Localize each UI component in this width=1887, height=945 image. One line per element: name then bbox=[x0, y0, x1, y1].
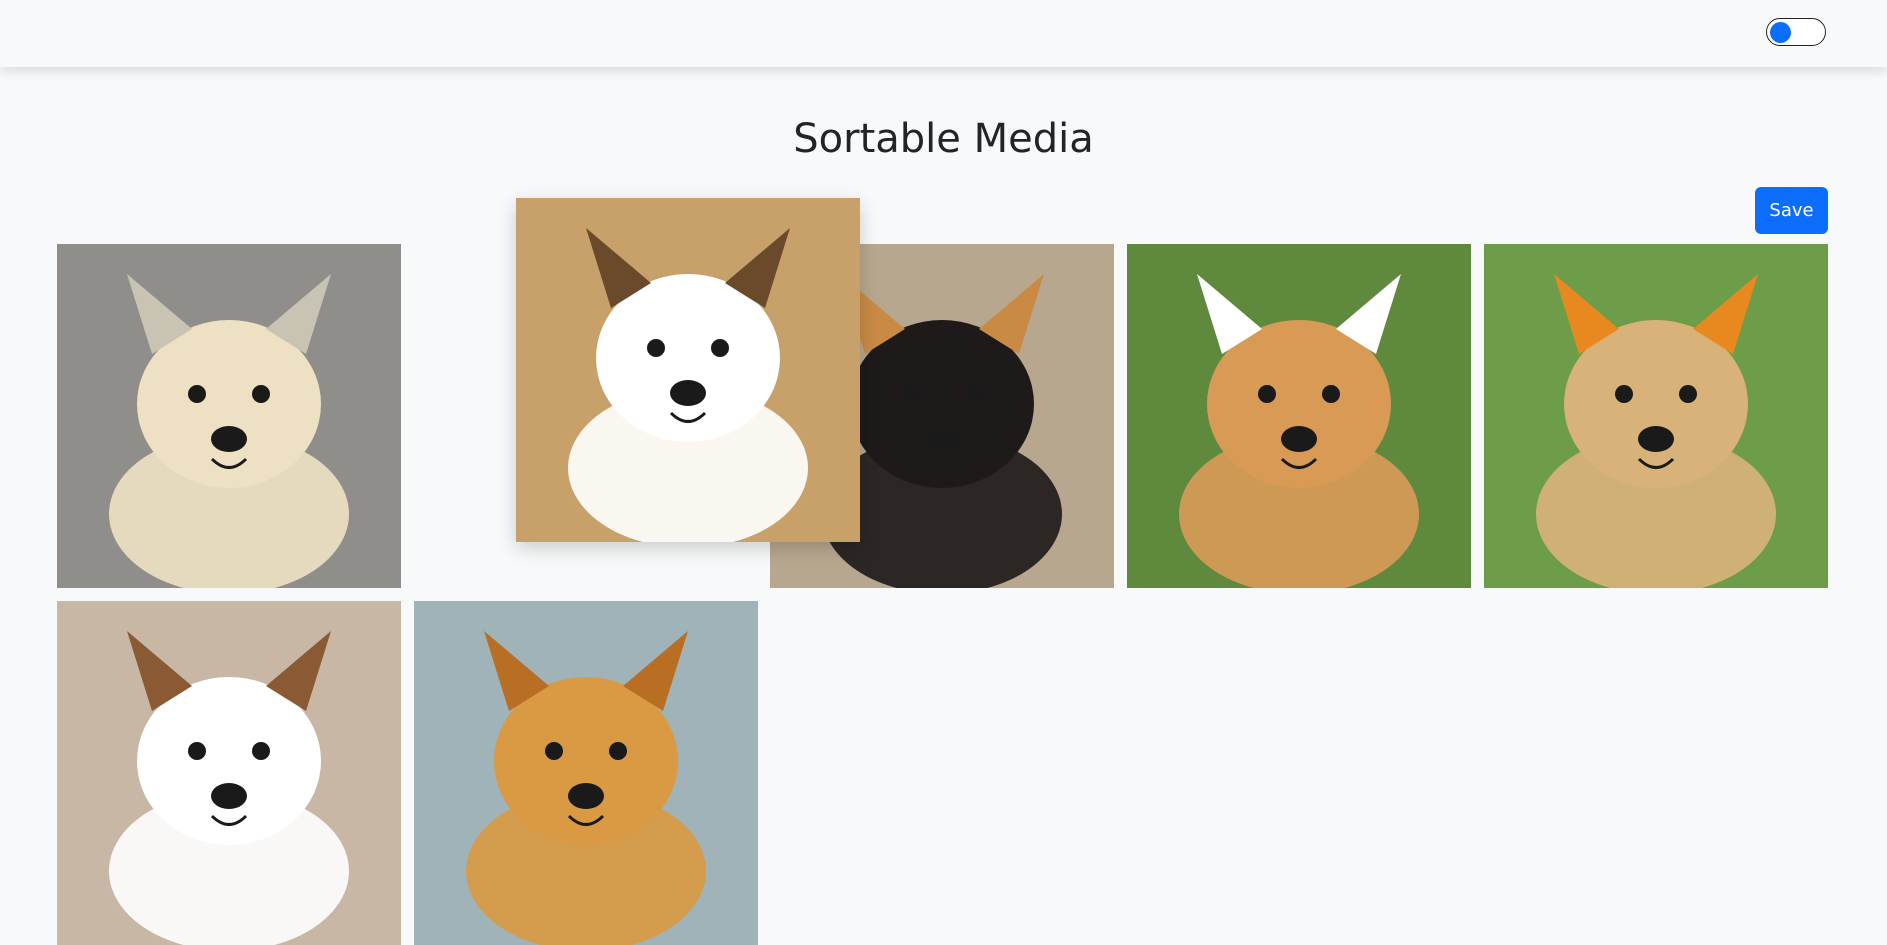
media-tile[interactable] bbox=[516, 198, 860, 542]
page-title: Sortable Media bbox=[793, 116, 1094, 162]
theme-toggle-switch[interactable] bbox=[1766, 18, 1826, 46]
corgi-puppy-smiling-photo bbox=[57, 601, 401, 945]
media-tile[interactable] bbox=[1484, 244, 1828, 588]
golden-retriever-puppy-photo bbox=[414, 601, 758, 945]
save-button[interactable]: Save bbox=[1755, 187, 1828, 234]
corgi-standing-grass-photo bbox=[1127, 244, 1471, 588]
corgi-puppy-lying-photo bbox=[516, 198, 860, 542]
media-tile[interactable] bbox=[57, 601, 401, 945]
toggle-knob bbox=[1770, 21, 1791, 43]
top-navbar bbox=[0, 0, 1887, 67]
media-tile[interactable] bbox=[1127, 244, 1471, 588]
golden-puppy-field-photo bbox=[1484, 244, 1828, 588]
media-tile[interactable] bbox=[414, 601, 758, 945]
labrador-puppy-waving-photo bbox=[57, 244, 401, 588]
media-tile[interactable] bbox=[57, 244, 401, 588]
